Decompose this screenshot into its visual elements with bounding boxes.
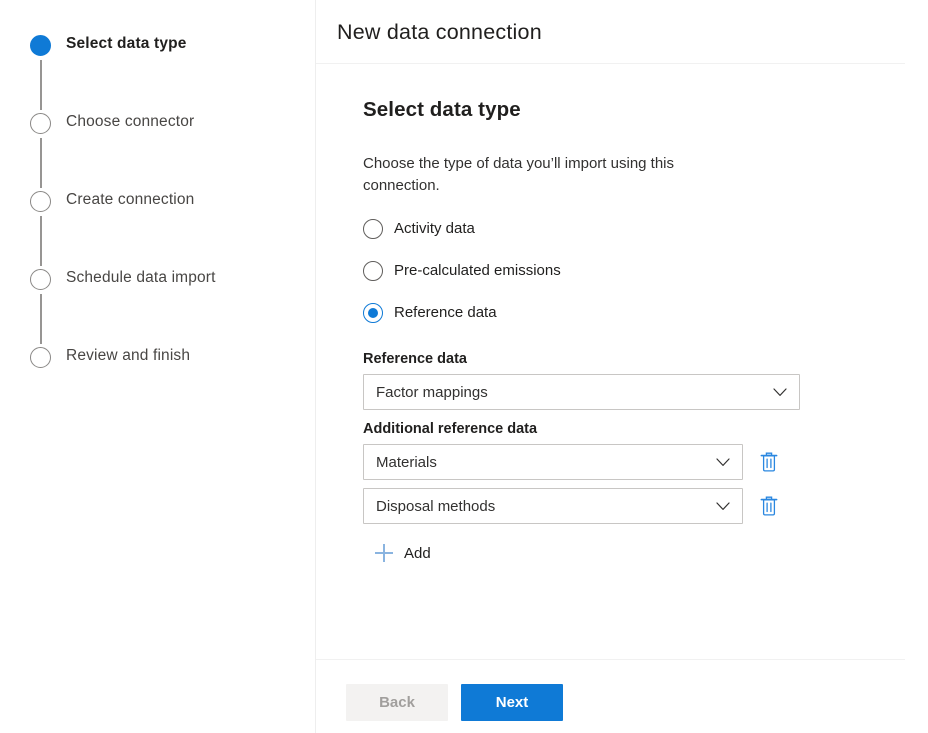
step-marker [30,113,51,188]
sidebar-step-label: Review and finish [66,347,191,364]
chevron-down-icon [773,387,787,397]
reference-data-dropdown[interactable]: Factor mappings [363,374,800,410]
footer-divider [316,659,905,660]
step-connector-line [40,216,42,266]
sidebar-step-review-and-finish[interactable]: Review and finish [0,345,315,368]
sidebar-step-select-data-type[interactable]: Select data type [0,33,315,111]
additional-reference-data-row: Materials [363,444,907,480]
wizard-panel: New data connection Select data type Cho… [316,0,928,733]
additional-reference-data-label: Additional reference data [363,421,538,437]
trash-icon [759,495,779,517]
reference-data-row: Factor mappings [363,374,907,410]
radio-label: Pre-calculated emissions [394,262,561,279]
chevron-down-icon [716,501,730,511]
delete-additional-reference-data-2-button[interactable] [753,490,785,522]
step-marker [30,191,51,266]
step-active-dot-icon [30,35,51,56]
sidebar-step-choose-connector[interactable]: Choose connector [0,111,315,189]
additional-reference-data-value-1: Materials [376,453,437,471]
back-button[interactable]: Back [346,684,448,721]
step-circle-icon [30,347,51,368]
radio-checked-icon [363,302,383,323]
reference-data-fields: Reference data Factor mappings Additiona… [363,349,907,568]
chevron-down-icon [716,457,730,467]
sidebar-step-label: Select data type [66,35,187,52]
step-circle-icon [30,113,51,134]
trash-icon [759,451,779,473]
add-reference-data-button[interactable]: Add [375,538,431,568]
wizard-step-rail: Select data type Choose connector Create… [0,0,316,733]
footer-actions: Back Next [346,684,563,721]
new-data-connection-wizard: Select data type Choose connector Create… [0,0,928,733]
sidebar-step-schedule-data-import[interactable]: Schedule data import [0,267,315,345]
step-connector-line [40,60,42,110]
step-circle-icon [30,191,51,212]
section-description: Choose the type of data you’ll import us… [363,155,675,194]
radio-label: Reference data [394,304,497,321]
additional-reference-data-value-2: Disposal methods [376,497,496,515]
step-connector-line [40,138,42,188]
radio-pre-calculated-emissions[interactable]: Pre-calculated emissions [363,260,561,281]
radio-unchecked-icon [363,218,383,239]
panel-body: Select data type Choose the type of data… [316,63,928,733]
sidebar-step-label: Choose connector [66,113,195,130]
panel-footer: Back Next [316,659,928,733]
radio-unchecked-icon [363,260,383,281]
step-circle-icon [30,269,51,290]
page-title: New data connection [337,19,542,44]
step-marker [30,35,51,110]
radio-activity-data[interactable]: Activity data [363,218,475,239]
radio-label: Activity data [394,220,475,237]
panel-header: New data connection [316,0,928,63]
additional-reference-data-dropdown-2[interactable]: Disposal methods [363,488,743,524]
sidebar-step-create-connection[interactable]: Create connection [0,189,315,267]
reference-data-value: Factor mappings [376,383,488,401]
sidebar-step-label: Schedule data import [66,269,216,286]
section-title: Select data type [363,98,521,121]
additional-reference-data-row: Disposal methods [363,488,907,524]
add-button-label: Add [404,544,431,562]
radio-reference-data[interactable]: Reference data [363,302,497,323]
step-marker [30,269,51,344]
step-connector-line [40,294,42,344]
additional-reference-data-dropdown-1[interactable]: Materials [363,444,743,480]
delete-additional-reference-data-1-button[interactable] [753,446,785,478]
reference-data-label: Reference data [363,351,467,367]
data-type-radio-group: Activity data Pre-calculated emissions R… [363,218,907,323]
sidebar-step-label: Create connection [66,191,195,208]
plus-icon [375,544,393,562]
next-button[interactable]: Next [461,684,563,721]
step-marker [30,347,51,368]
